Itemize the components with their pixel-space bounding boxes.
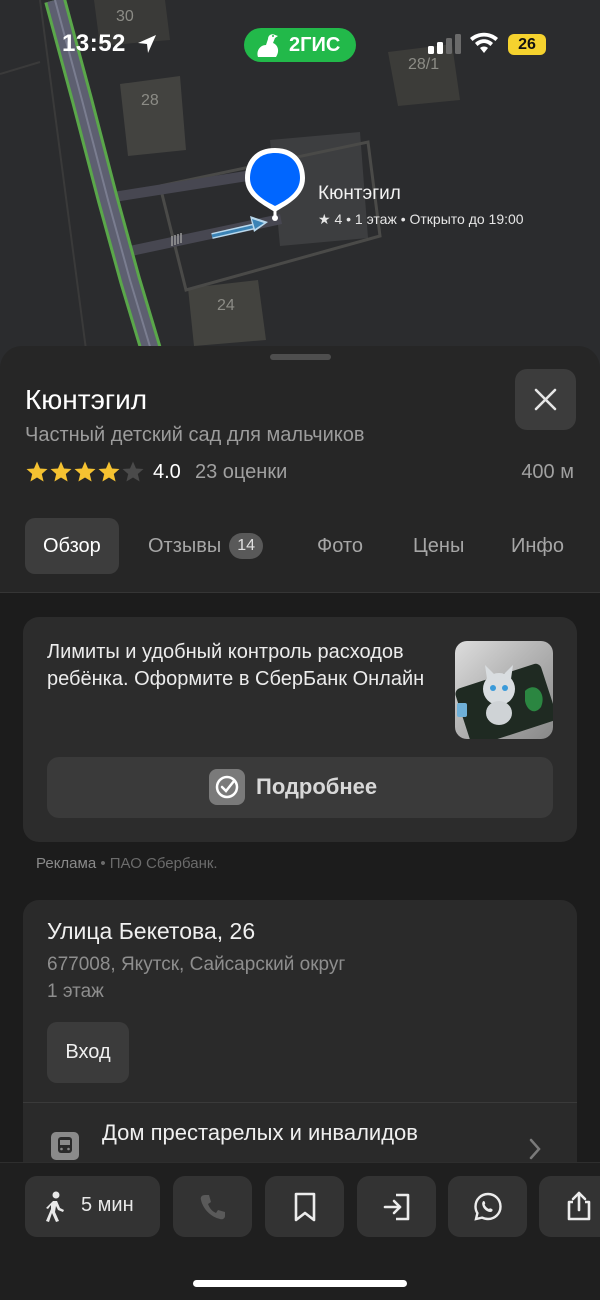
tab-label: Инфо xyxy=(511,535,564,557)
brand-name: 2ГИС xyxy=(289,34,341,56)
ad-card[interactable]: Лимиты и удобный контроль расходов ребён… xyxy=(23,617,577,842)
tab-overview[interactable]: Обзор xyxy=(25,518,119,574)
tab-photos[interactable]: Фото xyxy=(317,518,363,574)
place-category: Частный детский сад для мальчиков xyxy=(25,424,365,446)
brand-badge[interactable]: 2ГИС xyxy=(244,28,356,62)
location-services-icon xyxy=(138,35,156,53)
call-button[interactable] xyxy=(173,1176,252,1237)
building-number: 28/1 xyxy=(408,56,440,73)
place-card-sheet: Кюнтэгил Частный детский сад для мальчик… xyxy=(0,346,600,1300)
login-arrow-icon xyxy=(383,1193,410,1221)
tab-label: Обзор xyxy=(43,535,101,557)
rating-count-link[interactable]: 23 оценки xyxy=(195,461,287,484)
star-filled-icon xyxy=(74,461,96,482)
close-button[interactable] xyxy=(515,369,576,430)
star-filled-icon xyxy=(50,461,72,482)
bookmark-icon xyxy=(294,1192,316,1222)
ad-text: Лимиты и удобный контроль расходов ребён… xyxy=(47,641,425,690)
goose-logo-icon xyxy=(257,34,279,57)
star-filled-icon xyxy=(26,461,48,482)
kitten-card-illustration xyxy=(455,663,553,739)
star-empty-icon xyxy=(122,461,144,482)
place-title: Кюнтэгил xyxy=(25,384,148,415)
address-city: 677008, Якутск, Сайсарский округ xyxy=(47,954,346,975)
sber-logo-icon xyxy=(209,769,245,805)
star-filled-icon xyxy=(98,461,120,482)
tab-info[interactable]: Инфо xyxy=(511,518,564,574)
cellular-signal-icon xyxy=(428,34,461,54)
building-number: 28 xyxy=(141,92,159,109)
tab-label: Фото xyxy=(317,535,363,557)
address-street[interactable]: Улица Бекетова, 26 xyxy=(47,918,255,945)
status-time: 13:52 xyxy=(62,30,126,57)
nearest-stop-name[interactable]: Дом престарелых и инвалидов xyxy=(102,1120,418,1146)
battery-indicator: 26 xyxy=(508,34,546,55)
tab-reviews[interactable]: Отзывы 14 xyxy=(148,518,264,574)
walking-route-button[interactable]: 5 мин xyxy=(25,1176,160,1237)
walking-person-icon xyxy=(46,1191,64,1222)
map-poi-info: ★ 4 • 1 этаж • Открыто до 19:00 xyxy=(318,211,524,227)
entrance-button[interactable]: Вход xyxy=(47,1022,129,1083)
building-number: 30 xyxy=(116,8,134,25)
rating-stars xyxy=(25,460,145,484)
ad-button-label: Подробнее xyxy=(256,774,378,799)
close-icon xyxy=(534,388,557,411)
share-button[interactable] xyxy=(539,1176,600,1237)
tab-bar: Обзор Отзывы 14 Фото Цены Инфо xyxy=(0,518,600,576)
walk-time: 5 мин xyxy=(81,1194,134,1216)
tab-label: Отзывы xyxy=(148,535,222,557)
chevron-right-icon xyxy=(529,1138,541,1160)
map-poi-name[interactable]: Кюнтэгил xyxy=(318,183,401,205)
address-floor: 1 этаж xyxy=(47,981,104,1002)
tab-label: Цены xyxy=(413,535,465,557)
ad-advertiser: • ПАО Сбербанк. xyxy=(96,855,218,872)
rating-value: 4.0 xyxy=(153,461,181,483)
sheet-grabber[interactable] xyxy=(270,354,331,360)
whatsapp-icon xyxy=(474,1192,502,1221)
home-indicator[interactable] xyxy=(193,1280,407,1287)
phone-icon xyxy=(200,1195,225,1220)
ad-label: Реклама xyxy=(36,855,97,872)
share-icon xyxy=(567,1191,591,1221)
tab-prices[interactable]: Цены xyxy=(413,518,464,574)
bus-stop-icon xyxy=(51,1132,79,1160)
reviews-count-badge: 14 xyxy=(229,533,264,559)
bookmark-button[interactable] xyxy=(265,1176,344,1237)
whatsapp-button[interactable] xyxy=(448,1176,527,1237)
ad-card-image xyxy=(455,641,553,739)
entrance-route-button[interactable] xyxy=(357,1176,436,1237)
ad-disclaimer: Реклама • ПАО Сбербанк. xyxy=(36,855,218,872)
ad-more-button[interactable]: Подробнее xyxy=(47,757,553,818)
building-number: 24 xyxy=(217,297,235,314)
divider xyxy=(23,1102,577,1103)
wifi-icon xyxy=(470,32,498,53)
distance-label: 400 м xyxy=(521,461,574,483)
